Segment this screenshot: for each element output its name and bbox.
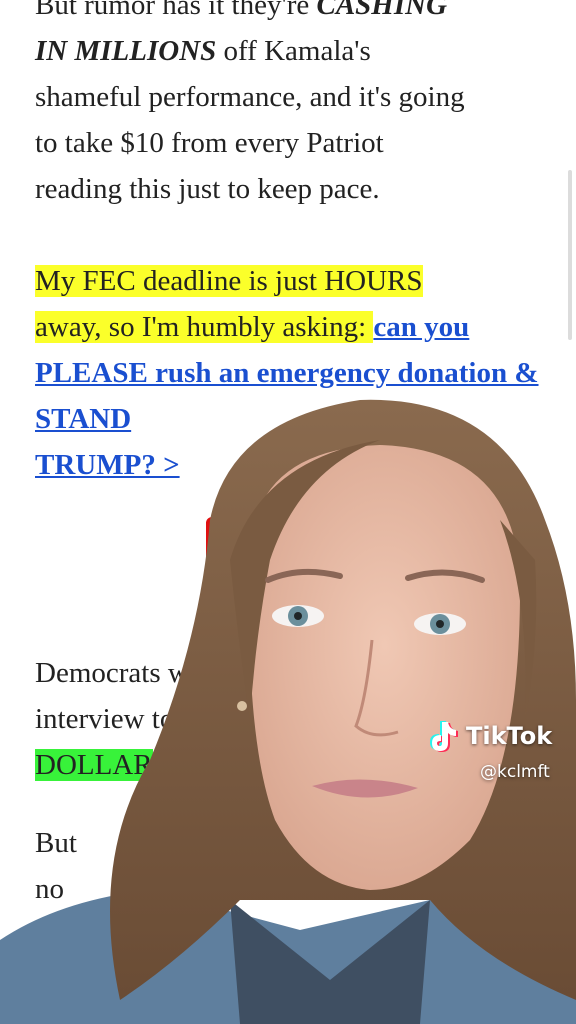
tiktok-brand-text: TikTok (466, 722, 553, 750)
creator-handle: @kclmft (480, 762, 550, 782)
tiktok-brand: TikTok (426, 716, 552, 756)
tiktok-watermark: TikTok @kclmft (426, 716, 566, 786)
person-overlay (0, 399, 576, 1024)
tiktok-logo-icon (430, 721, 458, 752)
